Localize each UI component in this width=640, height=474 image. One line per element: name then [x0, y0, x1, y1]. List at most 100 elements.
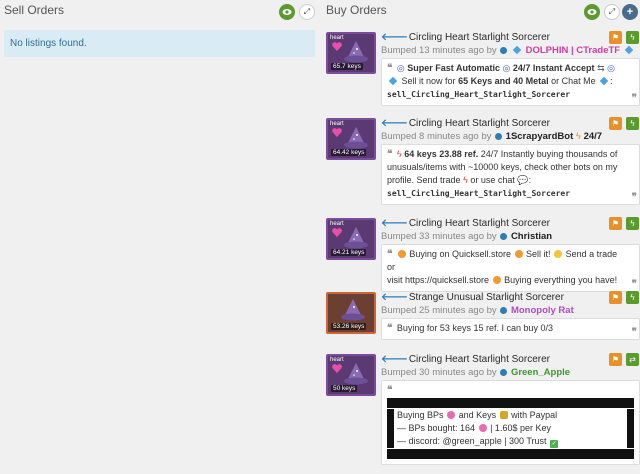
arrow-left-icon: 🡐	[381, 32, 408, 43]
quote-icon: ❞	[631, 192, 637, 203]
listing-message: ❝ ϟ 64 keys 23.88 ref. 24/7 Instantly bu…	[381, 144, 640, 205]
arrow-left-icon: 🡐	[381, 118, 408, 129]
quote-icon: ❝	[387, 63, 393, 74]
user-avatar	[500, 307, 508, 314]
arrow-left-icon: 🡐	[381, 218, 408, 229]
username-suffix: 24/7	[583, 131, 603, 142]
username-link[interactable]: DOLPHIN | CTradeTF	[526, 45, 621, 56]
item-price-badge: 65.7 keys	[331, 63, 363, 70]
plus-icon[interactable]: +	[622, 4, 638, 20]
listing-title[interactable]: 🡐Circling Heart Starlight Sorcerer	[381, 118, 640, 130]
chat-command: sell_Circling_Heart_Starlight_Sorcerer	[387, 90, 571, 99]
eye-icon[interactable]	[584, 4, 600, 20]
user-avatar	[495, 133, 503, 140]
diamond-icon	[512, 45, 522, 55]
username-link[interactable]: Green_Apple	[511, 367, 570, 378]
item-thumbnail[interactable]: heart 65.7 keys	[326, 32, 376, 74]
chat-command: sell_Circling_Heart_Starlight_Sorcerer	[387, 189, 571, 198]
hat-icon	[344, 41, 368, 63]
quote-icon: ❝	[387, 385, 393, 396]
diamond-icon	[624, 45, 633, 55]
username-link[interactable]: Christian	[511, 231, 552, 242]
lightning-icon[interactable]: ϟ	[626, 31, 639, 44]
no-listings-alert: No listings found.	[4, 30, 315, 57]
user-avatar	[500, 233, 508, 240]
sell-orders-column: Sell Orders ⤢ No listings found.	[0, 0, 318, 474]
lightning-icon: ϟ	[575, 131, 581, 142]
hat-icon	[344, 227, 368, 249]
lightning-icon[interactable]: ϟ	[626, 217, 639, 230]
listing-message: ❝ Buying on Quicksell.store Sell it! Sen…	[381, 244, 640, 292]
heart-icon	[447, 411, 456, 419]
item-thumbnail[interactable]: heart 64.42 keys	[326, 118, 376, 160]
heart-icon	[332, 42, 342, 51]
lightning-icon[interactable]: ϟ	[626, 291, 639, 304]
quote-icon: ❝	[387, 323, 393, 334]
listing-title[interactable]: 🡐Strange Unusual Starlight Sorcerer	[381, 292, 640, 304]
buy-orders-column: Buy Orders ⤢ + heart 65.7 keys 🡐Circling…	[322, 0, 640, 474]
fire-icon	[514, 250, 523, 258]
fire-icon	[397, 250, 406, 258]
quote-icon: ❞	[631, 327, 637, 338]
flag-icon[interactable]: ⚑	[609, 291, 622, 304]
item-price-badge: 53.26 keys	[331, 323, 367, 330]
diamond-icon	[388, 76, 398, 86]
quote-icon: ❞	[631, 279, 637, 290]
user-avatar	[500, 369, 508, 376]
item-price-badge: 64.42 keys	[331, 149, 367, 156]
listing: heart 64.42 keys 🡐Circling Heart Starlig…	[326, 117, 640, 208]
sell-orders-title: Sell Orders	[4, 3, 65, 17]
listing: heart 50 keys 🡐Circling Heart Starlight …	[326, 353, 640, 466]
arrow-left-icon: 🡐	[381, 354, 408, 365]
swap-icon[interactable]: ⇄	[626, 353, 639, 366]
lightning-icon: ϟ	[463, 175, 468, 185]
item-price-badge: 50 keys	[331, 385, 358, 392]
item-effect-label: heart	[330, 221, 344, 227]
listing-message: ❝ Buying for 53 keys 15 ref. I can buy 0…	[381, 318, 640, 340]
lightning-icon[interactable]: ϟ	[626, 117, 639, 130]
heart-icon	[332, 228, 342, 237]
fire-icon	[492, 276, 501, 284]
buy-orders-title: Buy Orders	[326, 3, 387, 17]
pointing-hand-icon	[554, 250, 563, 258]
expand-icon[interactable]: ⤢	[299, 4, 315, 20]
listing-title[interactable]: 🡐Circling Heart Starlight Sorcerer	[381, 354, 640, 366]
flag-icon[interactable]: ⚑	[609, 217, 622, 230]
listing: 53.26 keys 🡐Strange Unusual Starlight So…	[326, 291, 640, 342]
listing-title[interactable]: 🡐Circling Heart Starlight Sorcerer	[381, 218, 640, 230]
item-thumbnail[interactable]: 53.26 keys	[326, 292, 376, 334]
listing-title[interactable]: 🡐Circling Heart Starlight Sorcerer	[381, 32, 640, 44]
heart-icon	[478, 424, 487, 432]
lightning-icon: ϟ	[396, 149, 402, 159]
hat-icon	[344, 127, 368, 149]
arrow-left-icon: 🡐	[381, 292, 408, 303]
quote-icon: ❞	[631, 93, 637, 104]
expand-icon[interactable]: ⤢	[604, 4, 620, 20]
user-avatar	[500, 47, 508, 54]
item-effect-label: heart	[330, 35, 344, 41]
key-icon	[499, 411, 508, 419]
item-thumbnail[interactable]: heart 64.21 keys	[326, 218, 376, 260]
hat-icon	[341, 299, 365, 321]
item-thumbnail[interactable]: heart 50 keys	[326, 354, 376, 396]
heart-icon	[332, 364, 342, 373]
username-link[interactable]: Monopoly Rat	[511, 305, 574, 316]
flag-icon[interactable]: ⚑	[609, 31, 622, 44]
item-effect-label: heart	[330, 357, 344, 363]
quote-icon: ❝	[387, 249, 393, 260]
listing-meta: Bumped 33 minutes ago by Christian	[381, 231, 553, 242]
flag-icon[interactable]: ⚑	[609, 117, 622, 130]
username-link[interactable]: 1ScrapyardBot	[506, 131, 574, 142]
decorative-bar	[387, 398, 634, 408]
speech-bubble-icon: 💬	[517, 175, 529, 185]
listing: heart 64.21 keys 🡐Circling Heart Starlig…	[326, 217, 640, 292]
listing-message: ❝ Buying BPs and Keys with Paypal — BPs …	[381, 380, 640, 465]
listing-meta: Bumped 30 minutes ago by Green_Apple	[381, 367, 571, 378]
eye-icon[interactable]	[279, 4, 295, 20]
item-price-badge: 64.21 keys	[331, 249, 367, 256]
check-icon: ✓	[550, 440, 559, 448]
decorative-bar	[387, 449, 634, 459]
hat-icon	[344, 363, 368, 385]
flag-icon[interactable]: ⚑	[609, 353, 622, 366]
item-effect-label: heart	[330, 121, 344, 127]
